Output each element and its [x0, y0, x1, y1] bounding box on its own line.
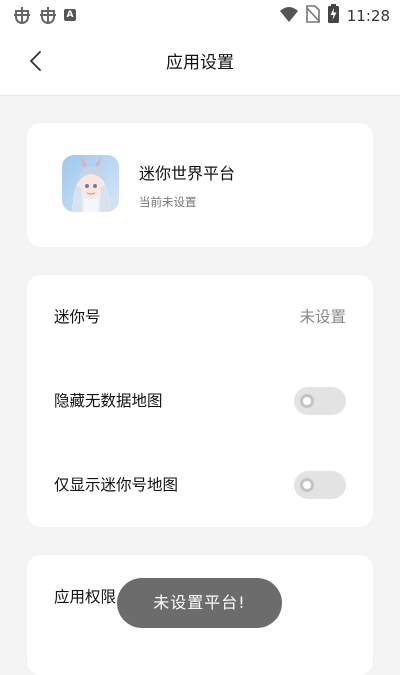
back-button[interactable]	[20, 48, 50, 78]
bug-icon	[12, 5, 32, 25]
mini-id-row[interactable]: 迷你号 未设置	[27, 275, 373, 359]
status-bar: A 11:28	[0, 0, 400, 30]
toggle-knob	[300, 394, 314, 408]
hide-empty-maps-toggle[interactable]	[294, 387, 346, 415]
wifi-icon	[279, 6, 298, 26]
show-mini-maps-row: 仅显示迷你号地图	[27, 443, 373, 527]
platform-avatar	[62, 155, 119, 212]
show-mini-maps-label: 仅显示迷你号地图	[54, 476, 179, 494]
permissions-label: 应用权限	[54, 588, 117, 606]
platform-card[interactable]: 迷你世界平台 当前未设置	[27, 123, 373, 247]
toggle-knob	[300, 478, 314, 492]
platform-status: 当前未设置	[139, 195, 197, 209]
app-header: 应用设置	[0, 30, 400, 96]
status-right-icons: 11:28	[279, 4, 390, 27]
hide-empty-maps-label: 隐藏无数据地图	[54, 392, 163, 410]
no-sim-icon	[305, 4, 321, 27]
page-title: 应用设置	[166, 53, 234, 73]
platform-name: 迷你世界平台	[139, 164, 236, 183]
status-time: 11:28	[346, 6, 390, 25]
show-mini-maps-toggle[interactable]	[294, 471, 346, 499]
mini-id-value: 未设置	[299, 308, 346, 326]
mini-id-label: 迷你号	[54, 308, 101, 326]
a-badge-icon: A	[64, 9, 76, 21]
battery-charging-icon	[327, 4, 339, 27]
settings-card: 迷你号 未设置 隐藏无数据地图 仅显示迷你号地图	[27, 275, 373, 527]
toast-message: 未设置平台!	[117, 578, 282, 628]
bug-icon	[38, 5, 58, 25]
hide-empty-maps-row: 隐藏无数据地图	[27, 359, 373, 443]
status-left-icons: A	[12, 5, 76, 25]
chevron-left-icon	[28, 50, 42, 76]
